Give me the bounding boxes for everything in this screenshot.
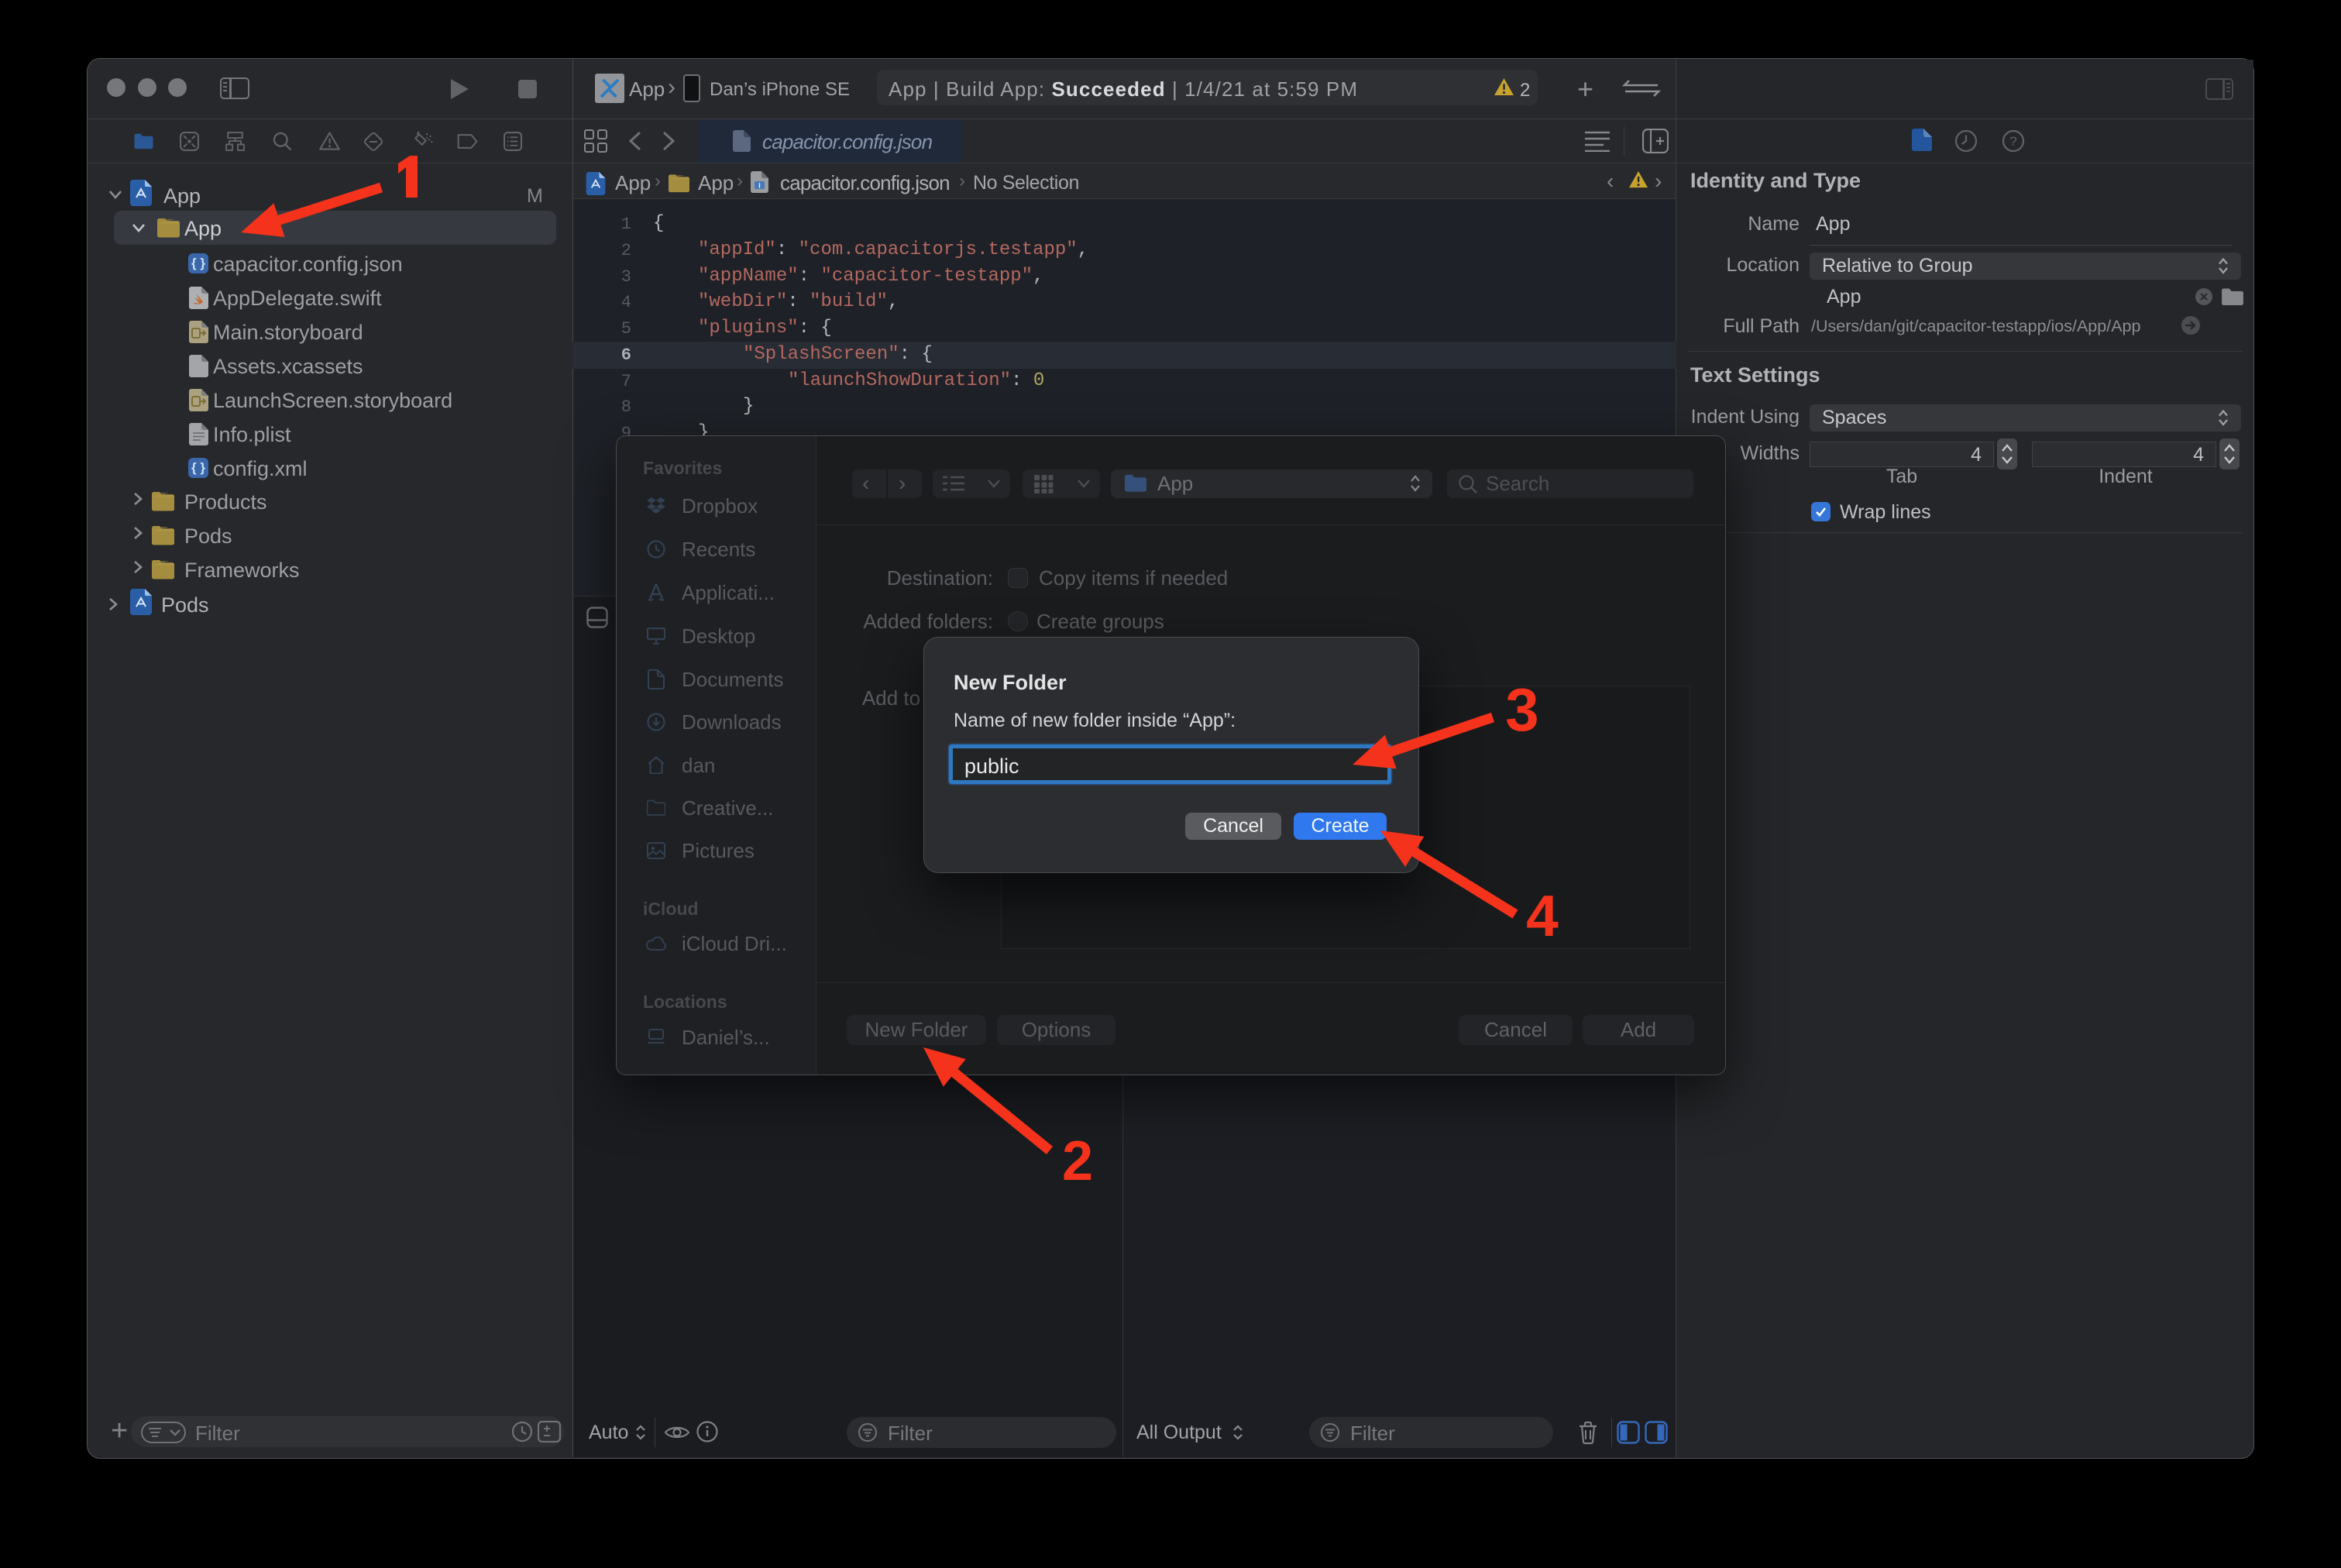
svg-text:3: 3 [1505, 676, 1538, 744]
svg-text:4: 4 [1526, 883, 1559, 948]
svg-text:2: 2 [1062, 1130, 1093, 1192]
